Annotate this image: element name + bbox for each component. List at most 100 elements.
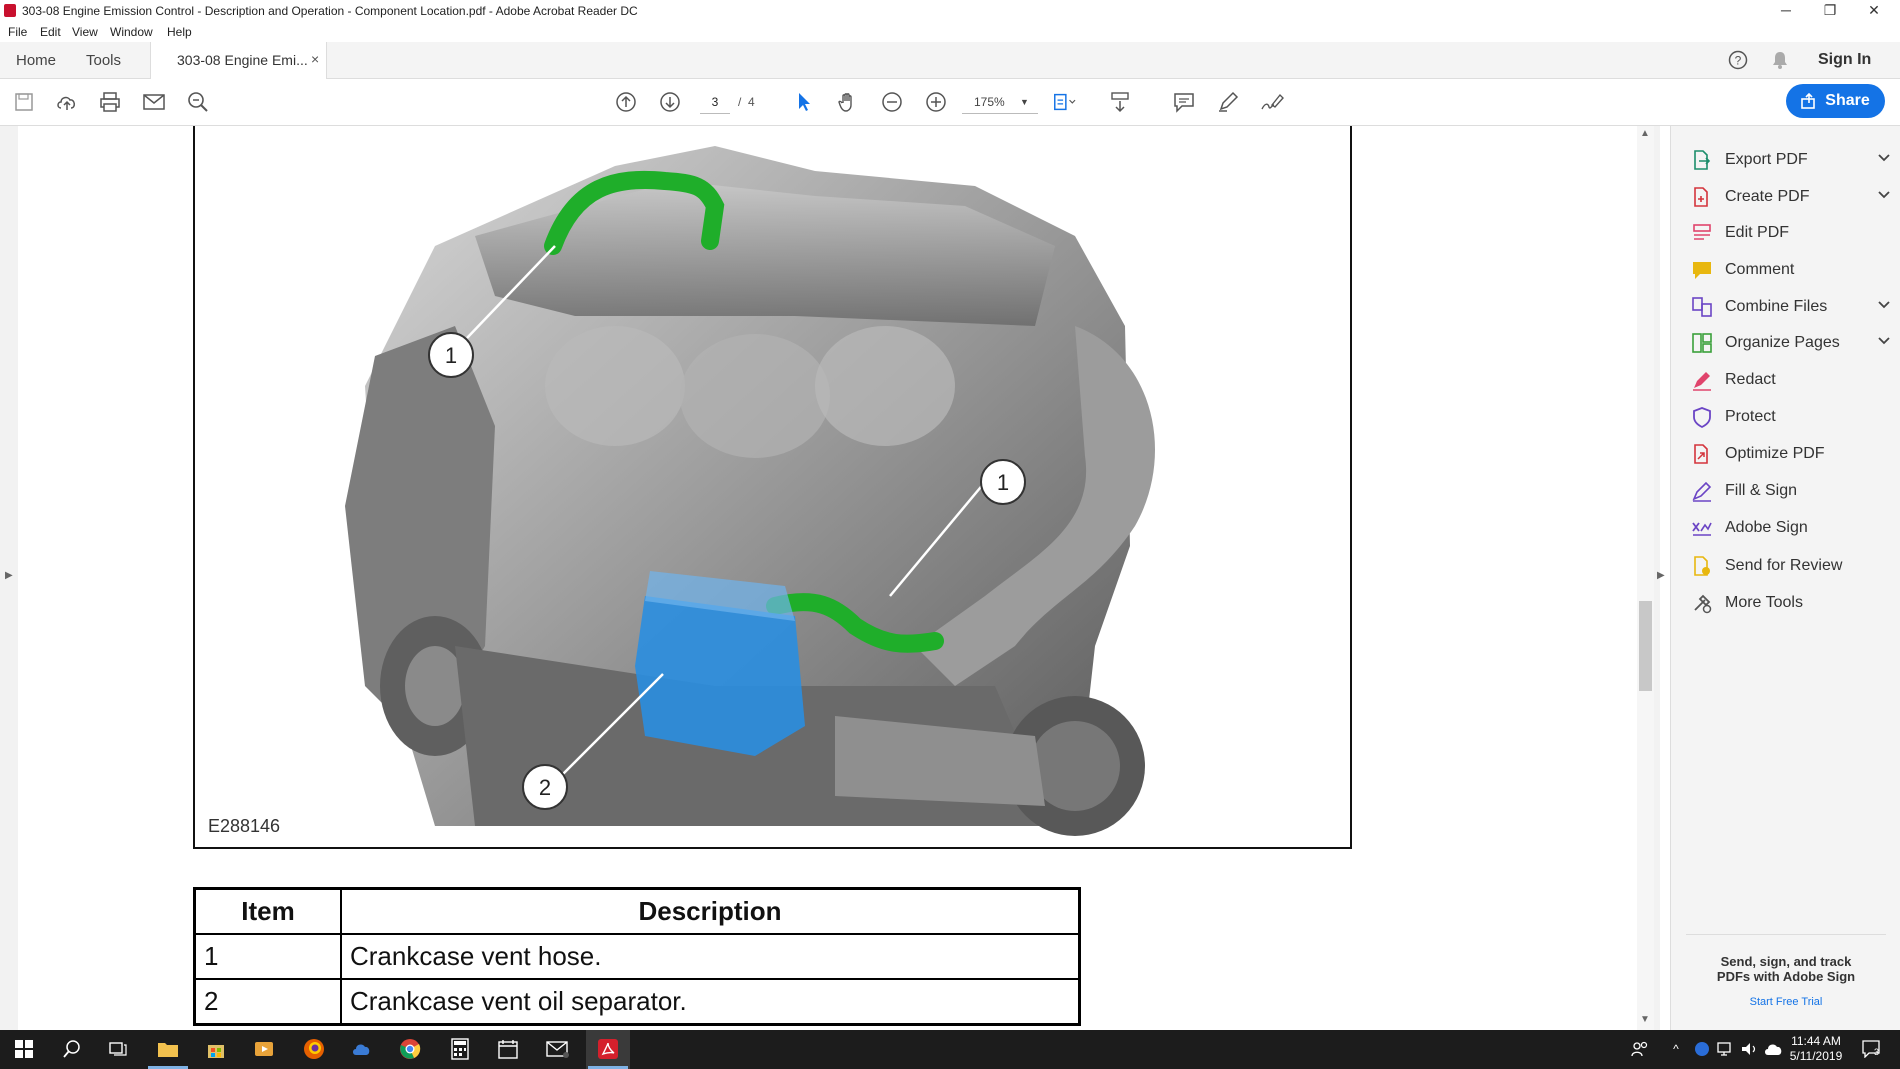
export-pdf-icon xyxy=(1691,149,1713,171)
network-icon[interactable] xyxy=(1714,1037,1738,1061)
chevron-down-icon[interactable] xyxy=(1877,297,1891,313)
comment-tool-icon[interactable] xyxy=(1172,90,1196,114)
calendar-icon[interactable] xyxy=(496,1037,520,1061)
previous-page-icon[interactable] xyxy=(614,90,638,114)
scroll-up-icon[interactable]: ▲ xyxy=(1640,128,1650,139)
chevron-down-icon[interactable] xyxy=(1877,187,1891,203)
upload-cloud-icon[interactable] xyxy=(55,90,79,114)
task-view-icon[interactable] xyxy=(106,1037,130,1061)
chevron-down-icon[interactable] xyxy=(1877,150,1891,166)
fill-sign-icon xyxy=(1691,480,1713,502)
tools-pane-collapse-icon[interactable]: ▶ xyxy=(1657,570,1665,581)
tool-optimize-pdf[interactable]: Optimize PDF xyxy=(1691,440,1891,468)
sign-pen-icon[interactable] xyxy=(1260,90,1284,114)
organize-pages-icon xyxy=(1691,332,1713,354)
menu-view[interactable]: View xyxy=(72,25,98,39)
create-pdf-icon xyxy=(1691,186,1713,208)
minimize-button[interactable]: ─ xyxy=(1764,0,1808,22)
mail-icon[interactable] xyxy=(546,1037,570,1061)
menu-file[interactable]: File xyxy=(8,25,27,39)
email-icon[interactable] xyxy=(142,90,166,114)
scrollbar-thumb[interactable] xyxy=(1639,601,1652,691)
tool-adobe-sign[interactable]: Adobe Sign xyxy=(1691,514,1891,542)
file-explorer-icon[interactable] xyxy=(156,1037,180,1061)
title-bar: 303-08 Engine Emission Control - Descrip… xyxy=(0,0,1900,22)
page-number-input[interactable]: 3 xyxy=(700,91,730,114)
volume-icon[interactable] xyxy=(1738,1037,1762,1061)
menu-bar: File Edit View Window Help xyxy=(0,22,1900,42)
protect-icon xyxy=(1691,406,1713,428)
save-icon[interactable] xyxy=(12,90,36,114)
zoom-level-select[interactable]: 175% ▼ xyxy=(962,91,1038,114)
adobe-sign-icon xyxy=(1691,517,1713,539)
tab-tools[interactable]: Tools xyxy=(86,52,121,69)
share-button[interactable]: Share xyxy=(1786,84,1885,118)
people-icon[interactable] xyxy=(1628,1037,1652,1061)
optimize-pdf-icon xyxy=(1691,443,1713,465)
tool-export-pdf[interactable]: Export PDF xyxy=(1691,146,1891,174)
chevron-down-icon[interactable] xyxy=(1877,333,1891,349)
tool-organize-pages[interactable]: Organize Pages xyxy=(1691,329,1891,357)
print-icon[interactable] xyxy=(98,90,122,114)
help-icon[interactable]: ? xyxy=(1728,50,1748,70)
weather-app-icon[interactable] xyxy=(350,1037,374,1061)
chrome-icon[interactable] xyxy=(398,1037,422,1061)
show-hidden-icons-chevron-up-icon[interactable]: ^ xyxy=(1664,1037,1688,1061)
windows-start-icon[interactable] xyxy=(12,1037,36,1061)
next-page-icon[interactable] xyxy=(658,90,682,114)
tool-protect[interactable]: Protect xyxy=(1691,403,1891,431)
search-icon[interactable] xyxy=(60,1037,84,1061)
scroll-down-icon[interactable]: ▼ xyxy=(1640,1014,1650,1025)
left-pane-toggle-icon[interactable]: ▶ xyxy=(5,570,13,581)
media-player-icon[interactable] xyxy=(252,1037,276,1061)
sign-in-link[interactable]: Sign In xyxy=(1818,51,1871,69)
select-cursor-icon[interactable] xyxy=(792,90,816,114)
tool-label: Optimize PDF xyxy=(1725,445,1825,462)
tool-more-tools[interactable]: More Tools xyxy=(1691,589,1891,617)
start-free-trial-link[interactable]: Start Free Trial xyxy=(1686,996,1886,1008)
close-window-button[interactable]: ✕ xyxy=(1852,0,1896,22)
store-icon[interactable] xyxy=(204,1037,228,1061)
zoom-out-icon[interactable] xyxy=(880,90,904,114)
tab-document[interactable]: 303-08 Engine Emi... × xyxy=(150,42,327,79)
acrobat-taskbar-button[interactable] xyxy=(586,1030,630,1069)
menu-help[interactable]: Help xyxy=(167,25,192,39)
tool-send-for-review[interactable]: Send for Review xyxy=(1691,552,1891,580)
system-clock[interactable]: 11:44 AM 5/11/2019 xyxy=(1780,1034,1852,1064)
tool-edit-pdf[interactable]: Edit PDF xyxy=(1691,219,1891,247)
browser-tray-icon[interactable] xyxy=(1690,1037,1714,1061)
menu-edit[interactable]: Edit xyxy=(40,25,61,39)
hand-tool-icon[interactable] xyxy=(836,90,860,114)
restore-button[interactable]: ❐ xyxy=(1808,0,1852,22)
table-header-row: Item Description xyxy=(193,887,1081,935)
windows-taskbar: ^ 11:44 AM 5/11/2019 3 xyxy=(0,1030,1900,1069)
more-tools-icon xyxy=(1691,592,1713,614)
scroll-mode-icon[interactable] xyxy=(1108,90,1132,114)
menu-window[interactable]: Window xyxy=(110,25,153,39)
zoom-search-icon[interactable] xyxy=(186,90,210,114)
share-icon xyxy=(1801,93,1816,109)
tool-create-pdf[interactable]: Create PDF xyxy=(1691,183,1891,211)
document-view[interactable]: 1 1 2 E288146 Item Description 1 Crankca… xyxy=(0,126,1660,1030)
figure-code: E288146 xyxy=(208,816,281,836)
calculator-icon[interactable] xyxy=(448,1037,472,1061)
firefox-icon[interactable] xyxy=(302,1037,326,1061)
tool-label: Protect xyxy=(1725,408,1776,425)
pdf-page: 1 1 2 E288146 Item Description 1 Crankca… xyxy=(18,126,1638,1030)
tool-comment[interactable]: Comment xyxy=(1691,256,1891,284)
tool-label: Redact xyxy=(1725,371,1776,388)
notifications-bell-icon[interactable] xyxy=(1770,50,1790,70)
fit-page-icon[interactable] xyxy=(1052,90,1076,114)
vertical-scrollbar[interactable]: ▲ ▼ xyxy=(1637,126,1654,1030)
table-row: 2 Crankcase vent oil separator. xyxy=(193,978,1081,1026)
close-tab-icon[interactable]: × xyxy=(311,51,319,67)
tool-label: More Tools xyxy=(1725,594,1803,611)
highlight-pen-icon[interactable] xyxy=(1216,90,1240,114)
action-center-icon[interactable]: 3 xyxy=(1860,1037,1884,1061)
tab-home[interactable]: Home xyxy=(16,52,56,69)
tool-redact[interactable]: Redact xyxy=(1691,366,1891,394)
zoom-in-icon[interactable] xyxy=(924,90,948,114)
tool-fill-sign[interactable]: Fill & Sign xyxy=(1691,477,1891,505)
item-description-table: Item Description 1 Crankcase vent hose. … xyxy=(193,887,1081,1026)
tool-combine-files[interactable]: Combine Files xyxy=(1691,293,1891,321)
